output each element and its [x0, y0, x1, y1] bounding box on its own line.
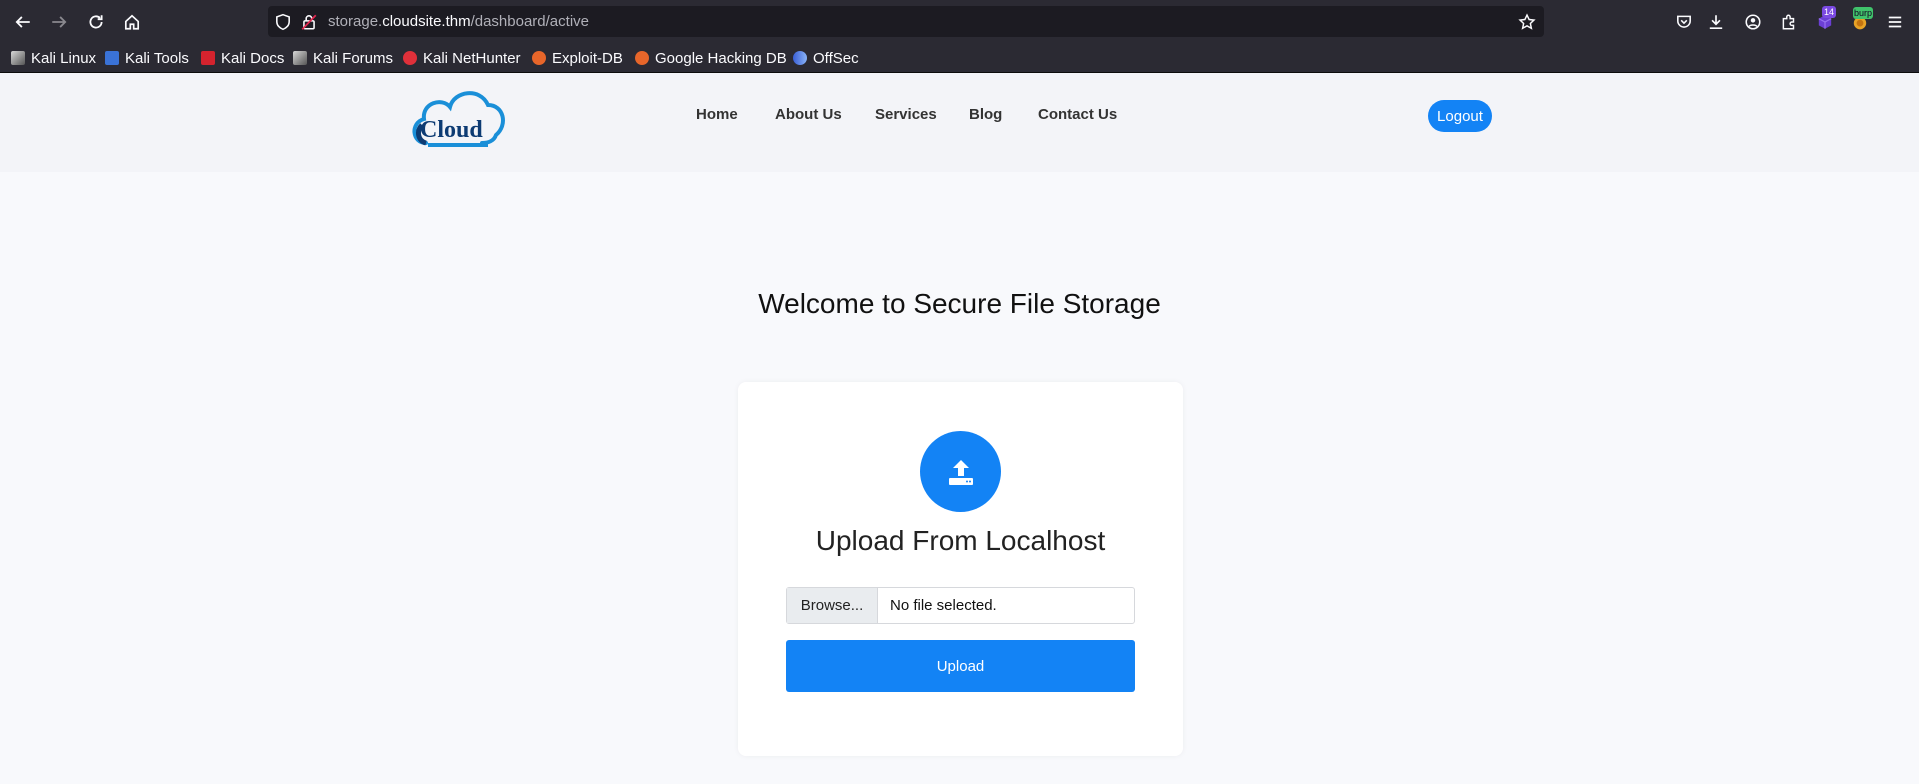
- offsec-icon: [793, 51, 807, 65]
- file-status-text: No file selected.: [890, 597, 997, 614]
- cloud-logo[interactable]: Cloud: [408, 83, 508, 155]
- nav-home[interactable]: Home: [696, 106, 738, 123]
- pocket-button[interactable]: [1670, 8, 1698, 36]
- browser-toolbar: storage.cloudsite.thm/dashboard/active 1…: [0, 0, 1919, 43]
- page-title: Welcome to Secure File Storage: [758, 288, 1161, 319]
- back-arrow-icon: [15, 16, 30, 28]
- bookmarks-bar: Kali Linux Kali Tools Kali Docs Kali For…: [0, 43, 1919, 73]
- exploitdb-icon: [532, 51, 546, 65]
- url-text: storage.cloudsite.thm/dashboard/active: [328, 13, 589, 30]
- bookmark-exploit-db[interactable]: Exploit-DB: [532, 48, 623, 68]
- kali-dragon-icon: [293, 51, 307, 65]
- menu-button[interactable]: [1881, 8, 1909, 36]
- shield-icon: [276, 13, 290, 31]
- site-header: Cloud Home About Us Services Blog Contac…: [0, 73, 1919, 172]
- downloads-button[interactable]: [1702, 8, 1730, 36]
- bookmark-offsec[interactable]: OffSec: [793, 48, 859, 68]
- bookmark-kali-nethunter[interactable]: Kali NetHunter: [403, 48, 521, 68]
- puzzle-icon: [1782, 14, 1795, 30]
- kali-docs-icon: [201, 51, 215, 65]
- upload-card-title: Upload From Localhost: [815, 525, 1106, 556]
- lock-icon: [301, 14, 317, 30]
- forward-arrow-icon: [52, 16, 67, 28]
- home-icon: [124, 14, 140, 30]
- logout-button[interactable]: Logout: [1428, 100, 1492, 132]
- bookmark-kali-docs[interactable]: Kali Docs: [201, 48, 284, 68]
- browse-button[interactable]: Browse...: [787, 588, 878, 623]
- bookmark-kali-tools[interactable]: Kali Tools: [105, 48, 189, 68]
- hamburger-menu-icon: [1888, 16, 1902, 28]
- reload-icon: [89, 15, 103, 29]
- bookmark-kali-linux[interactable]: Kali Linux: [11, 48, 96, 68]
- svg-text:Cloud: Cloud: [420, 117, 483, 143]
- upload-icon: [948, 459, 973, 485]
- extension-count-badge: 14: [1822, 6, 1836, 18]
- nav-services[interactable]: Services: [875, 106, 937, 123]
- burp-badge: burp: [1853, 7, 1874, 19]
- nethunter-icon: [403, 51, 417, 65]
- bookmark-star-icon[interactable]: [1518, 13, 1536, 31]
- kali-tools-icon: [105, 51, 119, 65]
- bookmark-kali-forums[interactable]: Kali Forums: [293, 48, 393, 68]
- upload-card: Upload From Localhost Browse... No file …: [738, 382, 1183, 756]
- download-icon: [1709, 15, 1723, 30]
- cloud-logo-icon: Cloud: [412, 91, 505, 147]
- nav-blog[interactable]: Blog: [969, 106, 1002, 123]
- upload-button[interactable]: Upload: [786, 640, 1135, 692]
- url-bar[interactable]: storage.cloudsite.thm/dashboard/active: [268, 6, 1544, 37]
- nav-contact-us[interactable]: Contact Us: [1038, 106, 1117, 123]
- extensions-button[interactable]: [1775, 8, 1803, 36]
- kali-dragon-icon: [11, 51, 25, 65]
- pocket-icon: [1677, 15, 1691, 28]
- account-button[interactable]: [1739, 8, 1767, 36]
- upload-icon-circle: [920, 431, 1001, 512]
- nav-about-us[interactable]: About Us: [775, 106, 842, 123]
- file-input[interactable]: Browse... No file selected.: [786, 587, 1135, 624]
- reload-button[interactable]: [82, 8, 110, 36]
- account-icon: [1745, 14, 1761, 30]
- home-button[interactable]: [118, 8, 146, 36]
- forward-button[interactable]: [45, 8, 73, 36]
- bookmark-google-hacking-db[interactable]: Google Hacking DB: [635, 48, 787, 68]
- back-button[interactable]: [9, 8, 37, 36]
- exploitdb-icon: [635, 51, 649, 65]
